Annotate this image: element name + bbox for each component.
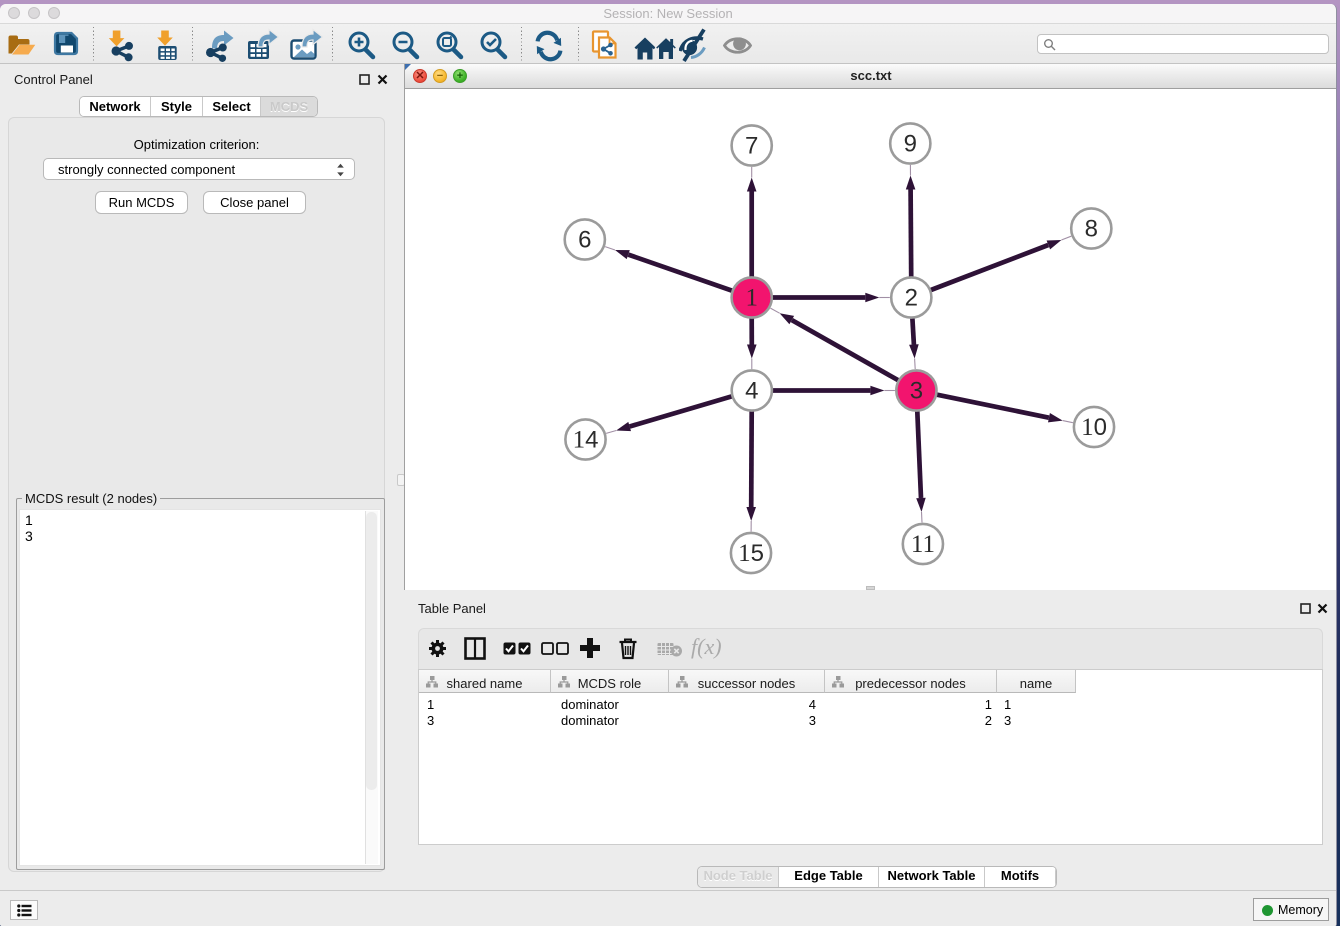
svg-text:11: 11: [911, 531, 935, 558]
svg-text:15: 15: [738, 540, 764, 567]
svg-text:4: 4: [745, 378, 758, 405]
svg-text:2: 2: [905, 285, 918, 312]
svg-text:14: 14: [573, 427, 599, 454]
svg-text:10: 10: [1081, 414, 1107, 441]
svg-text:3: 3: [910, 378, 923, 405]
svg-text:6: 6: [578, 227, 591, 254]
svg-text:8: 8: [1085, 216, 1098, 243]
svg-text:7: 7: [745, 133, 758, 160]
svg-text:9: 9: [904, 131, 917, 158]
svg-text:1: 1: [745, 285, 758, 312]
